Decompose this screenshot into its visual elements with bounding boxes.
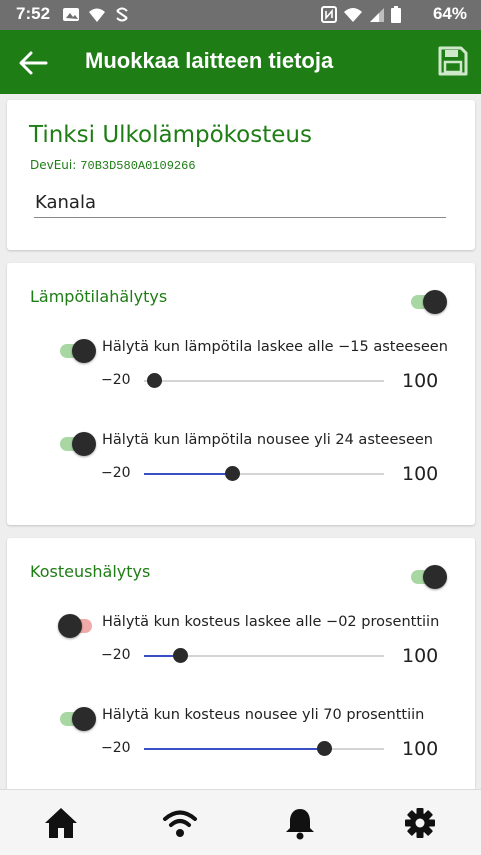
toggle-thumb: [72, 432, 96, 456]
toggle-thumb: [423, 565, 447, 589]
temperature-alarm-card: Lämpötilahälytys Hälytä kun lämpötila la…: [7, 263, 475, 525]
temperature-high-alarm-row: Hälytä kun lämpötila nousee yli 24 astee…: [7, 430, 475, 510]
battery-percent: 64%: [432, 4, 467, 23]
slider-min-label: −20: [101, 647, 131, 663]
status-system-icons: [321, 6, 401, 23]
slider-knob[interactable]: [317, 741, 332, 756]
device-eui: DevEui: 70B3D580A0109266: [30, 158, 196, 173]
status-notification-icons: [62, 6, 130, 23]
device-eui-value: 70B3D580A0109266: [80, 159, 196, 173]
humidity-low-alarm-row: Hälytä kun kosteus laskee alle −02 prose…: [7, 612, 475, 692]
save-icon: [438, 46, 468, 76]
temperature-low-alarm-label: Hälytä kun lämpötila laskee alle −15 ast…: [102, 339, 448, 355]
location-input[interactable]: [34, 188, 446, 218]
humidity-section-title: Kosteushälytys: [30, 562, 151, 581]
temperature-section-title: Lämpötilahälytys: [30, 287, 168, 306]
toggle-thumb: [72, 339, 96, 363]
wifi-icon: [163, 810, 197, 837]
slider-max-label: 100: [402, 370, 439, 392]
slider-max-label: 100: [402, 463, 439, 485]
temperature-low-slider[interactable]: [144, 373, 384, 388]
device-name: Tinksi Ulkolämpökosteus: [29, 122, 312, 148]
status-time: 7:52: [16, 4, 51, 23]
humidity-high-alarm-row: Hälytä kun kosteus nousee yli 70 prosent…: [7, 705, 475, 785]
nav-home-button[interactable]: [43, 806, 79, 840]
humidity-low-alarm-label: Hälytä kun kosteus laskee alle −02 prose…: [102, 614, 440, 630]
temperature-low-alarm-toggle[interactable]: [58, 338, 98, 364]
nav-settings-button[interactable]: [402, 806, 438, 840]
gear-icon: [405, 808, 435, 838]
arrow-back-icon: [19, 51, 48, 75]
back-button[interactable]: [16, 46, 50, 80]
humidity-low-alarm-toggle[interactable]: [58, 613, 98, 639]
bell-icon: [286, 809, 314, 840]
toggle-thumb: [423, 290, 447, 314]
save-button[interactable]: [437, 45, 469, 77]
humidity-alarm-card: Kosteushälytys Hälytä kun kosteus laskee…: [7, 538, 475, 800]
temperature-high-alarm-label: Hälytä kun lämpötila nousee yli 24 astee…: [102, 432, 433, 448]
humidity-low-slider[interactable]: [144, 648, 384, 663]
cell-signal-icon: [370, 8, 384, 22]
bottom-navigation: [0, 789, 481, 855]
toggle-thumb: [72, 707, 96, 731]
humidity-high-alarm-label: Hälytä kun kosteus nousee yli 70 prosent…: [102, 707, 425, 723]
slider-min-label: −20: [101, 372, 131, 388]
temperature-low-alarm-row: Hälytä kun lämpötila laskee alle −15 ast…: [7, 337, 475, 417]
slider-knob[interactable]: [146, 373, 162, 388]
humidity-high-alarm-toggle[interactable]: [58, 706, 98, 732]
wifi-notification-icon: [89, 8, 105, 22]
device-eui-label: DevEui:: [30, 158, 77, 172]
app-bar: Muokkaa laitteen tietoja: [0, 30, 481, 94]
battery-icon: [391, 6, 401, 23]
temperature-alarm-toggle[interactable]: [409, 289, 449, 315]
page-title: Muokkaa laitteen tietoja: [85, 48, 334, 73]
slider-max-label: 100: [402, 645, 439, 667]
slider-fill: [144, 748, 324, 750]
slider-min-label: −20: [101, 740, 131, 756]
wifi-signal-icon: [344, 8, 362, 22]
temperature-high-alarm-toggle[interactable]: [58, 431, 98, 457]
device-card: Tinksi Ulkolämpökosteus DevEui: 70B3D580A…: [7, 100, 475, 250]
temperature-high-slider[interactable]: [144, 466, 384, 481]
status-bar: 7:52 64%: [0, 0, 481, 30]
humidity-high-slider[interactable]: [144, 741, 384, 756]
sync-notification-icon: [116, 7, 128, 22]
slider-min-label: −20: [101, 465, 131, 481]
photo-notification-icon: [63, 8, 79, 21]
slider-fill: [144, 473, 232, 475]
slider-knob[interactable]: [225, 466, 240, 481]
home-icon: [45, 808, 77, 838]
nav-wifi-button[interactable]: [162, 806, 198, 840]
nfc-icon: [321, 6, 337, 23]
slider-knob[interactable]: [173, 648, 188, 663]
nav-alerts-button[interactable]: [282, 806, 318, 840]
humidity-alarm-toggle[interactable]: [409, 564, 449, 590]
toggle-thumb: [58, 614, 82, 638]
slider-max-label: 100: [402, 738, 439, 760]
